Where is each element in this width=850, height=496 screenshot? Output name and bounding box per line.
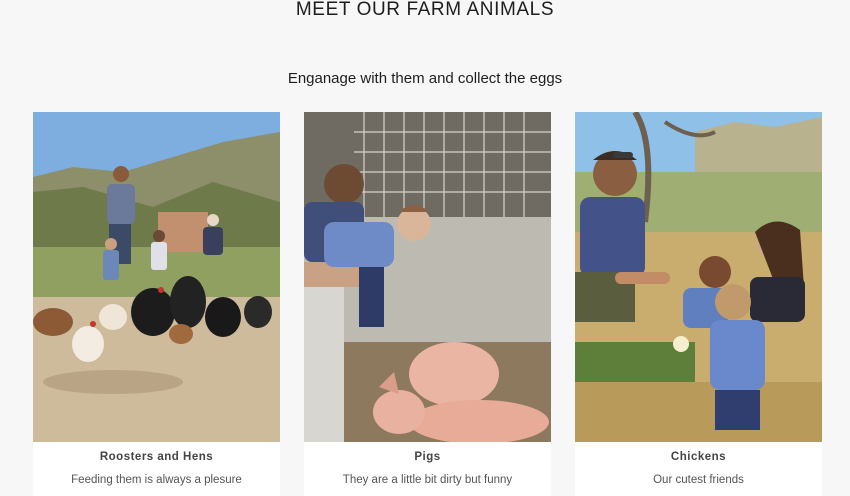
card-description: Our cutest friends [653,474,744,486]
card-chickens[interactable]: Chickens Our cutest friends [575,112,822,496]
section-subtitle: Enganage with them and collect the eggs [287,70,563,87]
pigs-photo[interactable] [304,112,551,442]
card-title: Chickens [670,451,727,463]
chickens-photo[interactable] [575,112,822,442]
card-title: Pigs [414,451,441,463]
farm-animals-section: MEET OUR FARM ANIMALS Enganage with them… [0,0,850,496]
card-description: They are a little bit dirty but funny [342,474,513,486]
section-title: MEET OUR FARM ANIMALS [295,0,555,20]
card-roosters-and-hens[interactable]: Roosters and Hens Feeding them is always… [33,112,280,496]
card-pigs[interactable]: Pigs They are a little bit dirty but fun… [304,112,551,496]
card-description: Feeding them is always a plesure [71,474,242,486]
roosters-hens-photo[interactable] [33,112,280,442]
card-title: Roosters and Hens [99,451,214,463]
